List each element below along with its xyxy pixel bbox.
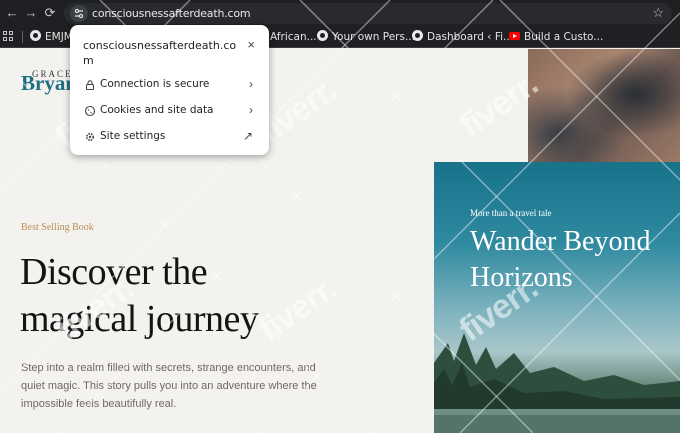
close-icon[interactable]: × (247, 37, 255, 52)
browser-toolbar: ← → ⟳ consciousnessafterdeath.com ☆ (0, 0, 680, 26)
address-bar[interactable]: consciousnessafterdeath.com ☆ (64, 3, 672, 24)
bookmark-item[interactable]: Your own Pers... (317, 29, 415, 45)
chevron-right-icon: › (249, 77, 253, 91)
forest-lake-illustration (434, 333, 680, 433)
bookmark-item[interactable]: Dashboard ‹ Fi... (412, 29, 513, 45)
site-info-popup: consciousnessafterdeath.com × Connection… (70, 25, 269, 155)
book-title: Wander Beyond Horizons (470, 226, 651, 293)
cookie-icon (84, 105, 96, 117)
book-tagline: More than a travel tale (470, 208, 552, 218)
globe-icon (30, 30, 41, 41)
globe-icon (412, 30, 423, 41)
lock-icon (84, 79, 96, 91)
cookies-row[interactable]: Cookies and site data › (70, 100, 269, 124)
apps-grid-icon[interactable] (3, 31, 14, 42)
open-external-icon: ↗ (242, 129, 253, 143)
bookmarks-divider (22, 31, 23, 43)
book-cover-image: More than a travel tale Wander Beyond Ho… (434, 162, 680, 433)
reload-button[interactable]: ⟳ (40, 3, 60, 23)
globe-icon (317, 30, 328, 41)
url-text[interactable]: consciousnessafterdeath.com (92, 7, 251, 20)
back-button[interactable]: ← (2, 3, 22, 23)
hero-eyebrow: Best Selling Book (21, 222, 94, 233)
forward-button[interactable]: → (21, 3, 41, 23)
site-settings-row[interactable]: Site settings ↗ (70, 126, 269, 150)
popup-domain: consciousnessafterdeath.com (83, 39, 237, 67)
chevron-right-icon: › (249, 103, 253, 117)
site-info-button[interactable] (70, 5, 88, 22)
hero-subtitle: Step into a realm filled with secrets, s… (21, 362, 317, 410)
painted-artwork-image (528, 49, 680, 162)
bookmark-item[interactable]: African... (270, 29, 317, 45)
bookmark-item[interactable]: EMJM (30, 29, 73, 45)
youtube-icon (509, 32, 520, 40)
bookmark-star-icon[interactable]: ☆ (652, 5, 664, 21)
logo-last-name[interactable]: Bryan (21, 71, 77, 96)
connection-secure-row[interactable]: Connection is secure › (70, 74, 269, 98)
tune-icon (74, 8, 84, 19)
bookmark-item[interactable]: Build a Custo... (509, 29, 603, 45)
gear-icon (84, 131, 96, 143)
hero-title: Discover the magical journey (20, 251, 259, 340)
